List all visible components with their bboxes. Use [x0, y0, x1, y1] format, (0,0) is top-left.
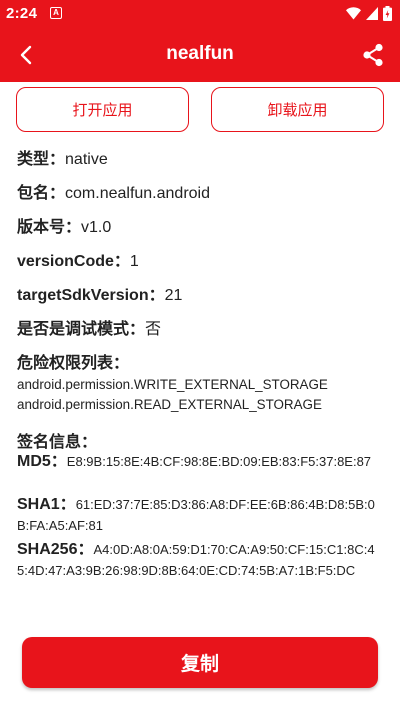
battery-icon — [383, 6, 392, 21]
app-bar: nealfun — [0, 28, 400, 82]
status-time: 2:24 — [6, 5, 38, 22]
wifi-icon — [346, 7, 361, 20]
info-key: 版本号： — [17, 219, 82, 236]
info-debug-row: 是否是调试模式：否 — [17, 315, 387, 339]
open-app-button[interactable]: 打开应用 — [16, 87, 189, 132]
notification-icon: A — [50, 7, 62, 19]
signature-heading: 签名信息： — [17, 428, 387, 452]
sha1-row: SHA1：61:ED:37:7E:85:D3:86:A8:DF:EE:6B:86… — [17, 494, 385, 536]
permission-item: android.permission.WRITE_EXTERNAL_STORAG… — [17, 377, 328, 392]
info-key: 包名： — [17, 185, 66, 202]
info-key: versionCode： — [17, 253, 130, 270]
signature-key: MD5： — [17, 453, 67, 470]
signal-icon — [366, 7, 378, 20]
info-value: v1.0 — [81, 219, 112, 236]
info-key: 危险权限列表： — [17, 355, 130, 372]
info-key: 是否是调试模式： — [17, 321, 146, 338]
page-title: nealfun — [166, 43, 234, 64]
system-icons — [346, 6, 392, 21]
signature-key: SHA256： — [17, 541, 94, 558]
signature-value: E8:9B:15:8E:4B:CF:98:8E:BD:09:EB:83:F5:3… — [66, 454, 372, 469]
share-icon[interactable] — [360, 42, 386, 68]
info-key: 签名信息： — [17, 434, 98, 451]
permissions-heading: 危险权限列表： — [17, 349, 387, 373]
copy-button[interactable]: 复制 — [22, 637, 378, 688]
status-bar: 2:24 A — [0, 0, 400, 28]
info-value: 否 — [145, 321, 162, 338]
signature-key: SHA1： — [17, 496, 76, 513]
info-type-row: 类型：native — [17, 145, 387, 169]
sha256-row: SHA256：A4:0D:A8:0A:59:D1:70:CA:A9:50:CF:… — [17, 539, 385, 581]
info-version-row: 版本号：v1.0 — [17, 213, 387, 237]
info-value: 21 — [164, 287, 183, 304]
info-value: 1 — [129, 253, 139, 270]
info-value: native — [65, 151, 108, 168]
info-target-sdk-row: targetSdkVersion：21 — [17, 281, 387, 305]
info-value: com.nealfun.android — [65, 185, 210, 202]
info-key: 类型： — [17, 151, 66, 168]
md5-row: MD5：E8:9B:15:8E:4B:CF:98:8E:BD:09:EB:83:… — [17, 451, 385, 472]
action-buttons: 打开应用 卸载应用 — [16, 87, 384, 132]
info-package-row: 包名：com.nealfun.android — [17, 179, 387, 203]
info-key: targetSdkVersion： — [17, 287, 165, 304]
info-version-code-row: versionCode：1 — [17, 247, 387, 271]
uninstall-app-button[interactable]: 卸载应用 — [211, 87, 384, 132]
permission-item: android.permission.READ_EXTERNAL_STORAGE — [17, 397, 322, 412]
